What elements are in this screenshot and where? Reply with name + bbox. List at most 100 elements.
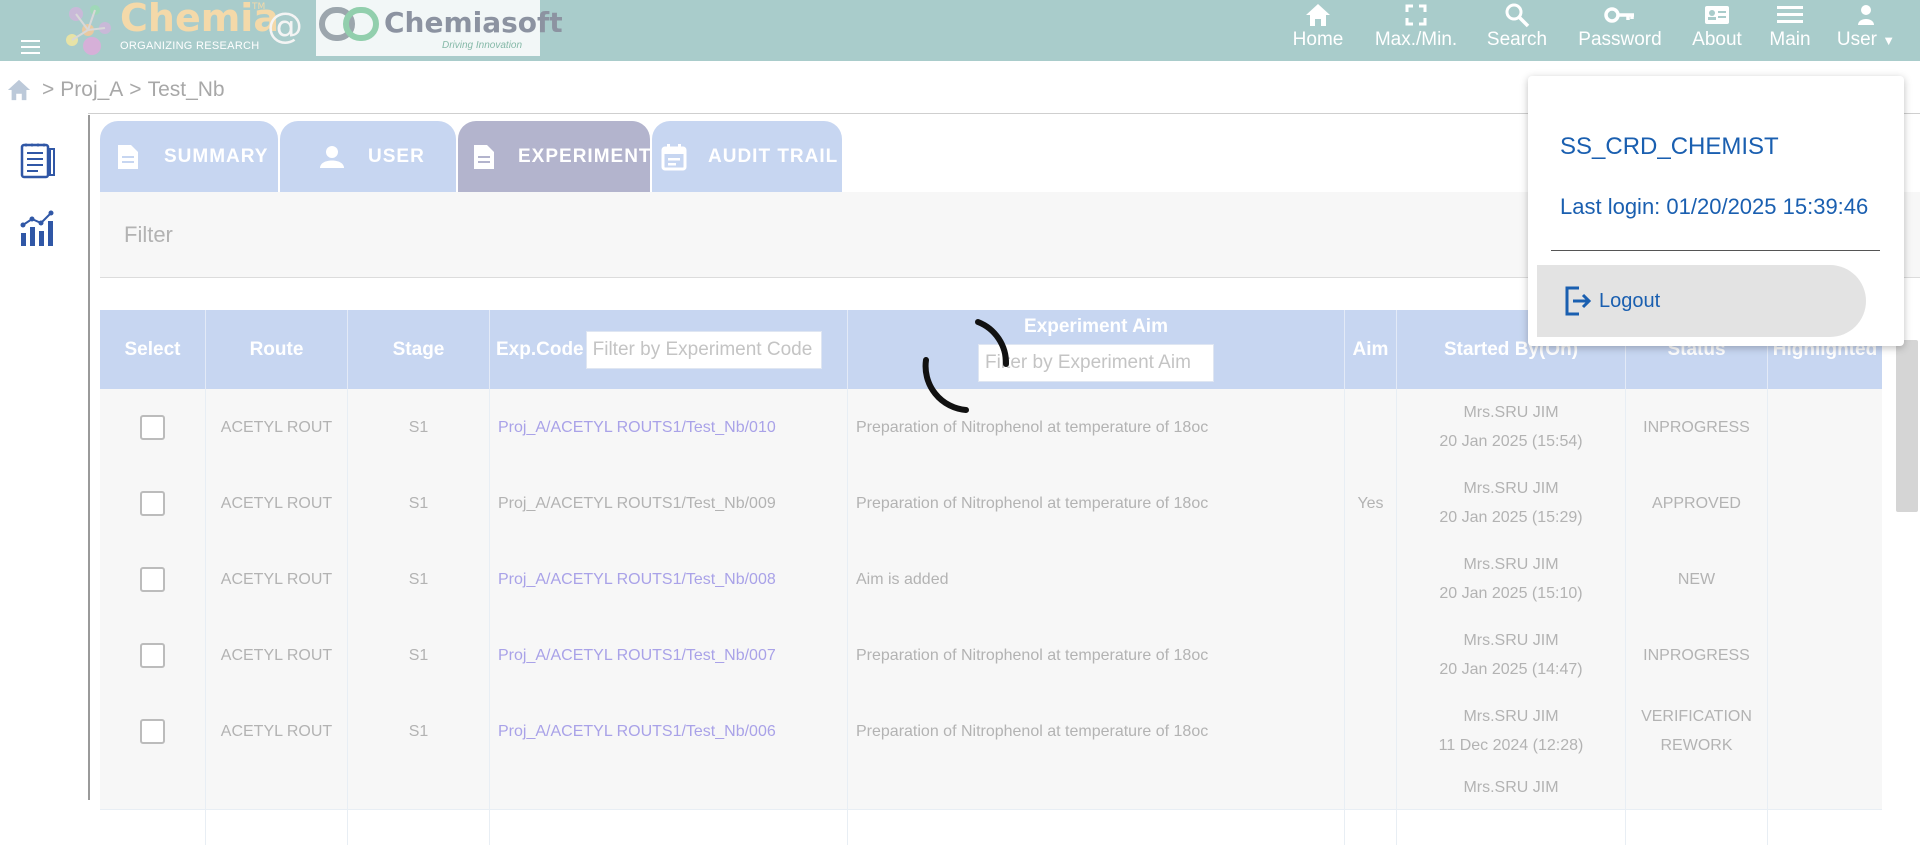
analytics-chart-icon[interactable] [18, 209, 58, 253]
user-dropdown-popup: SS_CRD_CHEMIST Last login: 01/20/2025 15… [1528, 76, 1904, 346]
stage-cell: S1 [348, 693, 490, 769]
calendar-icon [660, 143, 688, 171]
table-row[interactable]: ACETYL ROUT S1 Proj_A/ACETYL ROUTS1/Test_N… [100, 693, 1882, 770]
tab-label: EXPERIMENT [518, 145, 652, 167]
nav-max-min[interactable]: Max./Min. [1364, 0, 1468, 58]
column-header-exp-code[interactable]: Exp.Code Filter by Experiment Code [490, 310, 848, 389]
tab-audit-trail[interactable]: AUDIT TRAIL [652, 121, 842, 192]
nav-label: User ▼ [1834, 30, 1898, 51]
started-by-name: Mrs.SRU JIM [1463, 404, 1559, 421]
chemia-logo: Chemia TM ORGANIZING RESEARCH [62, 0, 279, 58]
experiment-aim-cell: Preparation of Nitrophenol at temperatur… [848, 465, 1345, 541]
nav-label: Search [1486, 29, 1548, 50]
status-cell [1626, 769, 1768, 845]
started-by-name: Mrs.SRU JIM [1463, 632, 1559, 649]
status-cell: INPROGRESS [1626, 389, 1768, 465]
experiment-aim-cell [848, 769, 1345, 845]
brand-separator: @ [267, 6, 303, 47]
started-on-date: 11 Dec 2024 (12:28) [1438, 737, 1584, 754]
route-cell: ACETYL ROUT [206, 389, 348, 465]
started-by-cell: Mrs.SRU JIM [1397, 769, 1626, 845]
tab-label: SUMMARY [164, 145, 269, 167]
started-by-cell: Mrs.SRU JIM 20 Jan 2025 (14:47) [1397, 617, 1626, 693]
highlighted-cell [1768, 465, 1882, 541]
table-row[interactable]: Mrs.SRU JIM [100, 769, 1882, 845]
nav-label: Home [1292, 29, 1344, 50]
experiment-aim-cell: Preparation of Nitrophenol at temperatur… [848, 693, 1345, 769]
started-by-name: Mrs.SRU JIM [1463, 708, 1559, 725]
table-row[interactable]: ACETYL ROUT S1 Proj_A/ACETYL ROUTS1/Test_N… [100, 465, 1882, 542]
select-cell [100, 693, 206, 769]
home-icon [1306, 4, 1330, 26]
started-on-date: 20 Jan 2025 (15:29) [1439, 509, 1583, 526]
started-by-cell: Mrs.SRU JIM 20 Jan 2025 (15:29) [1397, 465, 1626, 541]
highlighted-cell [1768, 769, 1882, 845]
stage-cell: S1 [348, 541, 490, 617]
notebook-icon[interactable] [18, 141, 58, 185]
started-by-name: Mrs.SRU JIM [1463, 779, 1559, 796]
exp-code-filter-input[interactable]: Filter by Experiment Code [585, 330, 822, 369]
document-icon [114, 143, 142, 171]
nav-user[interactable]: User ▼ [1834, 0, 1898, 58]
experiment-aim-cell: Preparation of Nitrophenol at temperatur… [848, 617, 1345, 693]
nav-about[interactable]: About [1686, 0, 1748, 58]
tab-label: AUDIT TRAIL [708, 145, 839, 167]
row-select-checkbox[interactable] [140, 490, 165, 516]
status-cell: NEW [1626, 541, 1768, 617]
tab-summary[interactable]: SUMMARY [100, 121, 278, 192]
table-row[interactable]: ACETYL ROUT S1 Proj_A/ACETYL ROUTS1/Test_N… [100, 541, 1882, 618]
breadcrumb-separator: > [42, 78, 55, 101]
nav-label: Main [1769, 29, 1811, 50]
tab-user[interactable]: USER [280, 121, 456, 192]
key-icon [1604, 7, 1634, 23]
popup-last-login: Last login: 01/20/2025 15:39:46 [1560, 194, 1869, 219]
nav-password[interactable]: Password [1568, 0, 1672, 58]
fullscreen-icon [1405, 4, 1427, 26]
route-cell: ACETYL ROUT [206, 541, 348, 617]
stage-cell [348, 769, 490, 845]
table-row[interactable]: ACETYL ROUT S1 Proj_A/ACETYL ROUTS1/Test_N… [100, 617, 1882, 694]
select-cell [100, 541, 206, 617]
column-header-route[interactable]: Route [206, 310, 348, 389]
nav-label: Password [1578, 29, 1662, 50]
chemiasoft-logo: Chemiasoft Driving Innovation [316, 0, 563, 56]
loading-spinner-icon [922, 319, 1010, 413]
tab-experiment[interactable]: EXPERIMENT [458, 121, 652, 192]
select-cell [100, 769, 206, 845]
vertical-scrollbar[interactable] [1896, 340, 1918, 512]
started-by-cell: Mrs.SRU JIM 11 Dec 2024 (12:28) [1397, 693, 1626, 769]
row-select-checkbox[interactable] [140, 642, 165, 668]
column-header-select[interactable]: Select [100, 310, 206, 389]
nav-home[interactable]: Home [1286, 0, 1350, 58]
route-cell: ACETYL ROUT [206, 465, 348, 541]
nav-search[interactable]: Search [1482, 0, 1552, 58]
breadcrumb-item-project[interactable]: Proj_A [60, 78, 123, 102]
row-select-checkbox[interactable] [140, 566, 165, 592]
popup-username: SS_CRD_CHEMIST [1560, 133, 1779, 160]
logout-button[interactable]: Logout [1537, 265, 1866, 337]
exp-code-cell[interactable]: Proj_A/ACETYL ROUTS1/Test_Nb/008 [490, 541, 848, 617]
status-text: INPROGRESS [1643, 646, 1750, 664]
exp-code-cell[interactable]: Proj_A/ACETYL ROUTS1/Test_Nb/007 [490, 617, 848, 693]
hamburger-menu-icon[interactable] [21, 40, 40, 54]
stage-cell: S1 [348, 465, 490, 541]
exp-code-cell[interactable]: Proj_A/ACETYL ROUTS1/Test_Nb/006 [490, 693, 848, 769]
aim-flag-cell [1345, 541, 1397, 617]
route-cell [206, 769, 348, 845]
home-icon[interactable] [6, 78, 32, 102]
row-select-checkbox[interactable] [140, 414, 165, 440]
row-select-checkbox[interactable] [140, 718, 165, 744]
route-cell: ACETYL ROUT [206, 693, 348, 769]
started-on-date: 20 Jan 2025 (14:47) [1439, 661, 1583, 678]
breadcrumb-item-notebook[interactable]: Test_Nb [148, 78, 225, 102]
breadcrumb: > Proj_A > Test_Nb [6, 78, 225, 102]
status-text: INPROGRESS [1643, 418, 1750, 436]
exp-code-cell[interactable]: Proj_A/ACETYL ROUTS1/Test_Nb/010 [490, 389, 848, 465]
nav-main[interactable]: Main [1762, 0, 1818, 58]
column-header-aim[interactable]: Aim [1345, 310, 1397, 389]
aim-flag-cell [1345, 693, 1397, 769]
status-text: NEW [1677, 570, 1716, 588]
column-header-stage[interactable]: Stage [348, 310, 490, 389]
chemia-tagline: ORGANIZING RESEARCH [120, 40, 260, 52]
aim-flag-cell: Yes [1345, 465, 1397, 541]
